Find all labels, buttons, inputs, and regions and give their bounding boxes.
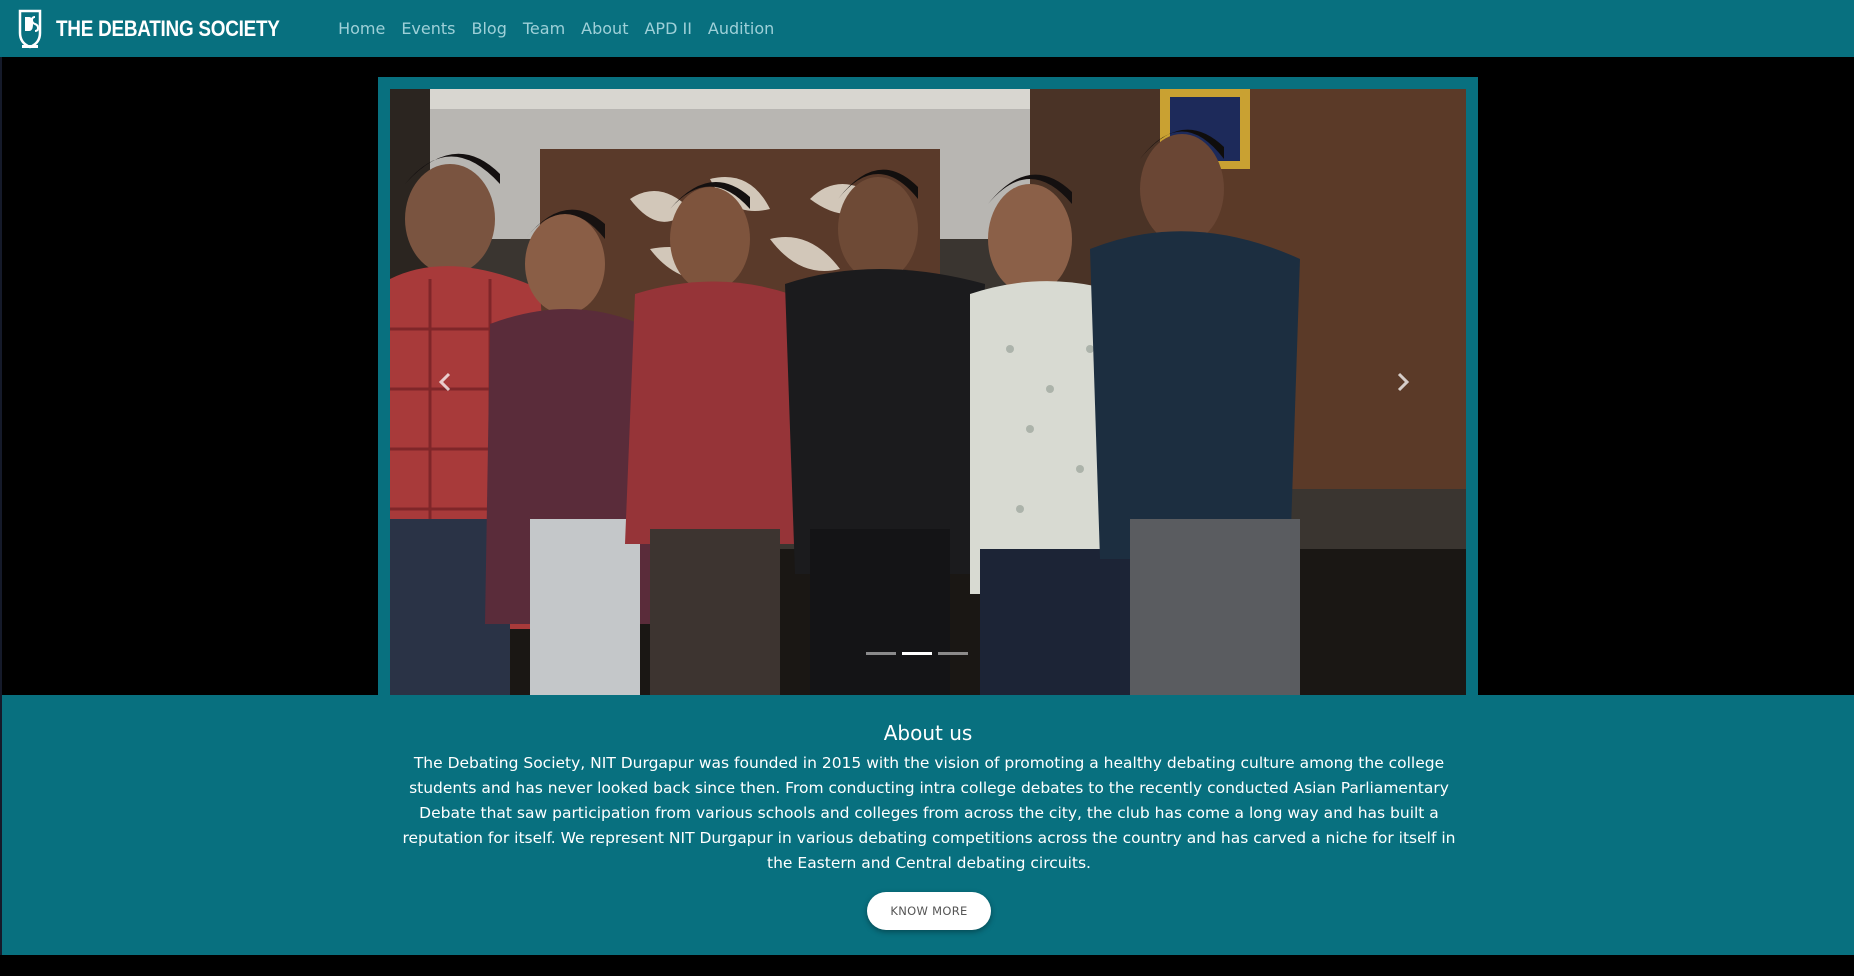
know-more-button[interactable]: KNOW MORE [867, 892, 991, 930]
nav-audition[interactable]: Audition [708, 19, 774, 38]
ds-crest-icon [18, 9, 42, 48]
about-text: The Debating Society, NIT Durgapur was f… [402, 754, 1456, 872]
carousel [378, 77, 1478, 695]
carousel-indicator-1[interactable] [866, 652, 896, 655]
top-navbar: THE DEBATING SOCIETY Home Events Blog Te… [0, 0, 1854, 57]
carousel-indicator-2[interactable] [902, 652, 932, 655]
brand[interactable]: THE DEBATING SOCIETY [16, 7, 316, 51]
brand-name: THE DEBATING SOCIETY [56, 15, 280, 41]
nav-about[interactable]: About [581, 19, 628, 38]
nav-home[interactable]: Home [338, 19, 385, 38]
carousel-prev-button[interactable] [430, 367, 460, 397]
carousel-slide-photo [390, 89, 1466, 695]
chevron-right-icon [1397, 372, 1410, 392]
bottom-strip [0, 955, 1854, 976]
chevron-left-icon [438, 372, 451, 392]
group-photo [390, 89, 1466, 695]
nav-links: Home Events Blog Team About APD II Audit… [338, 19, 790, 38]
about-section: About us The Debating Society, NIT Durga… [2, 695, 1854, 955]
nav-blog[interactable]: Blog [471, 19, 506, 38]
carousel-next-button[interactable] [1388, 367, 1418, 397]
carousel-indicator-3[interactable] [938, 652, 968, 655]
nav-apd-ii[interactable]: APD II [644, 19, 691, 38]
about-title: About us [883, 721, 973, 745]
nav-events[interactable]: Events [401, 19, 455, 38]
nav-team[interactable]: Team [523, 19, 565, 38]
carousel-indicators [866, 652, 968, 655]
